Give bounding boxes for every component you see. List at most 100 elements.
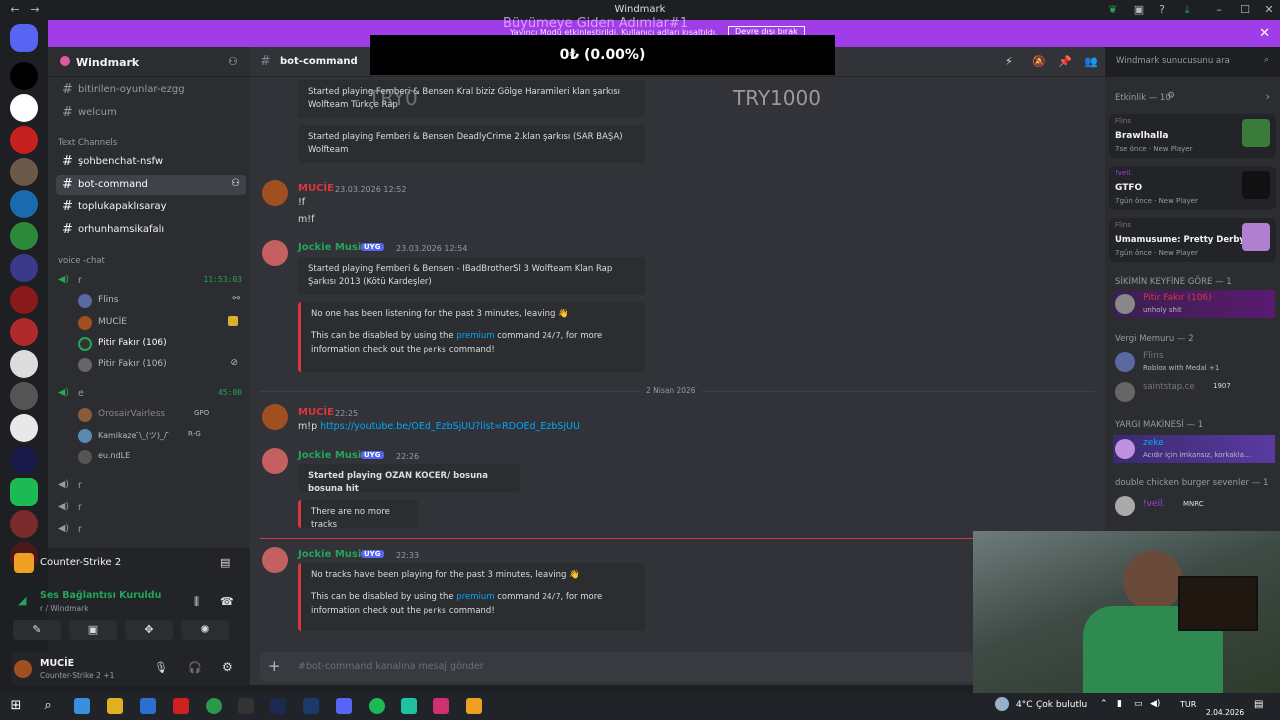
server-header[interactable]: Windmark ⌄ ⚇ — [48, 47, 250, 77]
copilot-icon[interactable] — [74, 698, 90, 714]
maximize-icon[interactable]: ☐ — [1238, 3, 1252, 17]
member-item[interactable]: saintstap.ce 1907 — [1113, 378, 1275, 406]
server-icon[interactable] — [10, 286, 38, 314]
cs2-icon[interactable] — [466, 698, 482, 714]
app-icon[interactable] — [499, 698, 515, 714]
channel-item[interactable]: # bitirilen-oyunlar-ezgg — [56, 80, 246, 100]
avatar[interactable] — [262, 448, 288, 474]
voice-user[interactable]: OrosairVairless GPO — [76, 405, 244, 425]
network-icon[interactable]: ▭ — [1134, 699, 1143, 709]
speaker-icon[interactable]: ◀) — [1150, 699, 1160, 709]
message-input-placeholder[interactable]: #bot-command kanalına mesaj gönder — [298, 661, 484, 672]
server-icon[interactable] — [10, 382, 38, 410]
server-icon[interactable] — [10, 62, 38, 90]
disconnect-icon[interactable]: ☎ — [220, 595, 234, 608]
voice-channel[interactable]: ◀) r — [56, 499, 246, 517]
member-item[interactable]: Pitir Fakır (106) unholy shit — [1113, 290, 1275, 318]
settings-gear-icon[interactable]: ⚙ — [222, 660, 233, 674]
spotify-icon[interactable] — [369, 698, 385, 714]
soundboard-button[interactable]: ✺ — [181, 620, 229, 640]
voice-user[interactable]: Flins ⚯ — [76, 291, 244, 311]
avatar[interactable] — [262, 547, 288, 573]
server-icon[interactable] — [10, 414, 38, 442]
voice-user[interactable]: Kamikaze ̄\_(ツ)_/ ̄ R-G — [76, 426, 244, 446]
member-item[interactable]: !veil. MNRC — [1113, 492, 1275, 520]
add-member-icon[interactable]: ⚇ — [228, 55, 238, 68]
voice-user[interactable]: eu.ndLE — [76, 447, 244, 467]
tray-chevron-icon[interactable]: ⌃ — [1100, 699, 1108, 709]
activity-card[interactable]: !veil. GTFO 7gün önce · New Player — [1109, 166, 1276, 210]
avatar[interactable] — [262, 240, 288, 266]
channel-item[interactable]: # toplukapaklısaray — [56, 197, 246, 217]
activities-button[interactable]: ✥ — [125, 620, 173, 640]
message-author[interactable]: Jockie Music — [298, 242, 367, 253]
language-indicator[interactable]: TUR — [1180, 700, 1196, 709]
activity-icon[interactable]: ▤ — [220, 556, 230, 569]
member-item[interactable]: zeke Acıdır için imkansız, korkakla... — [1113, 435, 1275, 463]
notification-bell-icon[interactable]: 🔕 — [1032, 55, 1046, 68]
screen-share-button[interactable]: ▣ — [69, 620, 117, 640]
microphone-icon[interactable]: 🎙 — [154, 661, 168, 674]
activity-card[interactable]: Flins Umamusume: Pretty Derby 7gün önce … — [1109, 218, 1276, 262]
instagram-icon[interactable] — [433, 698, 449, 714]
leaf-icon[interactable]: ❦ — [1106, 3, 1120, 17]
add-member-icon[interactable]: ⚇ — [231, 178, 240, 189]
server-icon[interactable] — [10, 350, 38, 378]
edge-icon[interactable] — [140, 698, 156, 714]
message-author[interactable]: Jockie Music — [298, 450, 367, 461]
search-input[interactable]: Windmark sunucusunu ara ⌕ — [1110, 52, 1275, 72]
channel-item-selected[interactable]: # bot-command ⚇ — [56, 175, 246, 195]
voice-channel[interactable]: ◀) r 11:53:03 — [56, 272, 246, 290]
server-icon[interactable] — [10, 222, 38, 250]
voice-user[interactable]: MUCİE — [76, 313, 244, 333]
app-icon[interactable] — [401, 698, 417, 714]
channel-item[interactable]: # orhunhamsikafalı — [56, 220, 246, 240]
category-voice[interactable]: voice -chat — [58, 256, 105, 266]
server-icon[interactable] — [10, 510, 38, 538]
server-icon[interactable] — [10, 94, 38, 122]
server-icon[interactable] — [10, 126, 38, 154]
date[interactable]: 2.04.2026 — [1206, 708, 1244, 717]
download-icon[interactable]: ⤓ — [1180, 3, 1194, 17]
voice-user[interactable]: Pitir Fakır (106) ⊘ — [76, 355, 244, 375]
message-input-box[interactable]: + #bot-command kanalına mesaj gönder — [260, 652, 978, 682]
close-window-icon[interactable]: ✕ — [1262, 3, 1276, 17]
server-icon[interactable] — [10, 318, 38, 346]
member-item[interactable]: Flins Roblox with Medal +1 — [1113, 348, 1275, 376]
message-author[interactable]: MUCİE — [298, 407, 334, 418]
tray-app-icon[interactable]: ▮ — [1117, 699, 1122, 709]
headphones-icon[interactable]: 🎧 — [188, 661, 202, 674]
explorer-icon[interactable] — [107, 698, 123, 714]
help-icon[interactable]: ? — [1155, 3, 1169, 17]
voice-channel[interactable]: ◀) r — [56, 477, 246, 495]
camera-button[interactable]: ✎ — [13, 620, 61, 640]
voice-channel[interactable]: ◀) e 45:00 — [56, 385, 246, 403]
gear-icon[interactable]: ⚙ — [1167, 91, 1175, 101]
channel-item[interactable]: # şohbenchat-nsfw — [56, 152, 246, 172]
message-author[interactable]: MUCİE — [298, 183, 334, 194]
server-icon[interactable] — [10, 158, 38, 186]
chevron-right-icon[interactable]: › — [1266, 90, 1270, 103]
notifications-icon[interactable]: ▤ — [1254, 699, 1263, 710]
app-icon[interactable] — [173, 698, 189, 714]
server-icon[interactable] — [10, 254, 38, 282]
inbox-icon[interactable]: ▣ — [1132, 3, 1146, 17]
member-list-icon[interactable]: 👥 — [1084, 55, 1098, 68]
pin-icon[interactable]: 📌 — [1058, 55, 1072, 68]
discord-home-icon[interactable] — [10, 24, 38, 52]
close-banner-icon[interactable]: ✕ — [1259, 26, 1270, 41]
server-icon[interactable] — [10, 446, 38, 474]
server-icon[interactable] — [10, 478, 38, 506]
voice-channel[interactable]: ◀) r — [56, 521, 246, 539]
category-text-channels[interactable]: Text Channels — [58, 138, 117, 148]
threads-icon[interactable]: ⚡ — [1005, 55, 1013, 68]
channel-item[interactable]: # welcum — [56, 103, 246, 123]
app-icon[interactable] — [270, 698, 286, 714]
voice-user[interactable]: Pitir Fakır (106) — [76, 334, 244, 354]
plus-icon[interactable]: + — [268, 657, 281, 675]
activity-card[interactable]: Flins Brawlhalla 7se önce · New Player — [1109, 114, 1276, 158]
activity-bar[interactable]: Counter-Strike 2 ▤ — [14, 548, 250, 578]
noise-suppression-icon[interactable]: ⫼ — [194, 595, 199, 609]
minimize-icon[interactable]: – — [1212, 3, 1226, 17]
message-author[interactable]: Jockie Music — [298, 549, 367, 560]
